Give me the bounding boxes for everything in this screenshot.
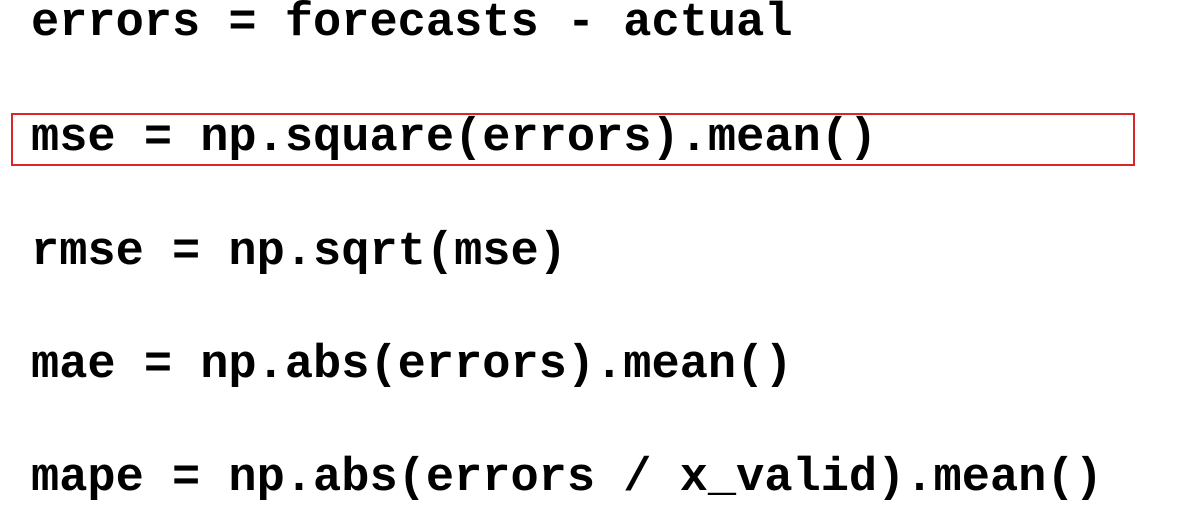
code-line-mse: mse = np.square(errors).mean(): [31, 112, 878, 165]
code-line-mape: mape = np.abs(errors / x_valid).mean(): [31, 452, 1103, 505]
code-line-errors: errors = forecasts - actual: [31, 0, 793, 50]
code-line-mae: mae = np.abs(errors).mean(): [31, 339, 793, 392]
code-line-rmse: rmse = np.sqrt(mse): [31, 226, 567, 279]
